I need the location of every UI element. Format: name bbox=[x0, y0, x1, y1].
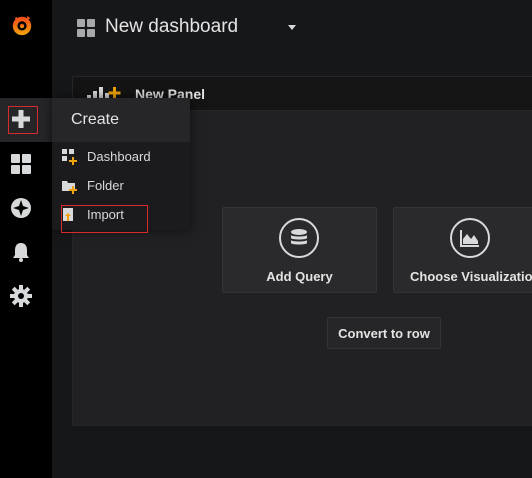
explore-compass-icon[interactable] bbox=[10, 197, 32, 224]
dashboards-grid-icon[interactable] bbox=[10, 153, 32, 180]
bell-alert-icon[interactable] bbox=[10, 241, 32, 268]
top-bar: New dashboard bbox=[52, 0, 532, 58]
create-menu-header: Create bbox=[52, 98, 190, 142]
gear-icon[interactable] bbox=[10, 285, 32, 312]
menu-item-label: Dashboard bbox=[87, 149, 151, 164]
dashboard-plus-icon bbox=[62, 149, 78, 168]
sidebar bbox=[0, 0, 52, 478]
add-query-button[interactable]: Add Query bbox=[222, 207, 377, 293]
choose-visualization-button[interactable]: Choose Visualization bbox=[393, 207, 532, 293]
menu-item-folder[interactable]: Folder bbox=[62, 175, 182, 197]
database-icon bbox=[279, 218, 319, 258]
menu-item-dashboard[interactable]: Dashboard bbox=[62, 146, 182, 168]
area-chart-icon bbox=[450, 218, 490, 258]
add-query-label: Add Query bbox=[266, 269, 333, 284]
grafana-logo[interactable] bbox=[10, 13, 34, 37]
menu-item-label: Folder bbox=[87, 178, 124, 193]
create-menu-title: Create bbox=[71, 111, 120, 128]
choose-visualization-label: Choose Visualization bbox=[410, 269, 532, 284]
dashboard-title[interactable]: New dashboard bbox=[105, 16, 238, 38]
convert-to-row-button[interactable]: Convert to row bbox=[327, 317, 441, 349]
import-highlight-box bbox=[61, 205, 148, 233]
create-highlight-box bbox=[8, 106, 38, 134]
dashboards-grid-icon bbox=[76, 18, 96, 43]
chevron-down-icon[interactable] bbox=[288, 25, 296, 30]
folder-plus-icon bbox=[62, 178, 78, 197]
